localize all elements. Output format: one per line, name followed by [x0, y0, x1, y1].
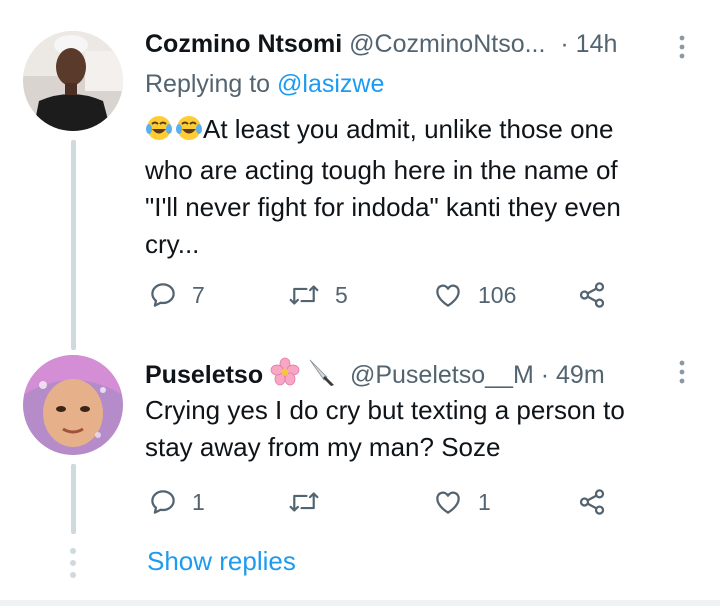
- retweet-button[interactable]: [287, 487, 335, 517]
- tweet2-header: Puseletso @Puseletso__M · 49m: [145, 357, 605, 394]
- tweet-time[interactable]: · 14h: [560, 30, 617, 58]
- share-button[interactable]: [577, 280, 607, 310]
- more-icon[interactable]: [677, 34, 687, 60]
- reply-button[interactable]: 7: [148, 280, 205, 310]
- retweet-icon: [289, 492, 319, 512]
- tweet1-text-line4: cry...: [145, 229, 200, 259]
- reply-icon: [151, 283, 175, 307]
- tweet1-text-line2: who are acting tough here in the name of: [145, 155, 618, 185]
- tweet1-text-line1: At least you admit, unlike those one: [145, 111, 705, 152]
- text-line: At least you admit, unlike those one: [203, 114, 614, 144]
- replying-prefix: Replying to: [145, 70, 271, 98]
- show-replies-link[interactable]: Show replies: [147, 546, 296, 577]
- thread-continuation-dots: [69, 548, 77, 584]
- author-handle[interactable]: @CozminoNtso...: [349, 30, 545, 58]
- author-name[interactable]: Puseletso: [145, 361, 263, 389]
- tweet2-text-line1: Crying yes I do cry but texting a person…: [145, 395, 625, 425]
- share-icon: [579, 489, 605, 515]
- tweet-time[interactable]: · 49m: [541, 361, 605, 389]
- like-icon: [436, 491, 460, 514]
- cherry-blossom-emoji: [270, 357, 300, 394]
- like-count: 106: [478, 281, 517, 308]
- replying-to: Replying to @lasizwe: [145, 69, 384, 99]
- avatar-puseletso[interactable]: [23, 355, 123, 455]
- author-handle[interactable]: @Puseletso__M: [350, 361, 534, 389]
- laughing-tears-emoji: [145, 114, 203, 152]
- thread-line-2: [71, 464, 76, 534]
- tweet2-text-line2: stay away from my man? Soze: [145, 432, 501, 462]
- reply-icon: [151, 490, 175, 514]
- like-button[interactable]: 1: [432, 487, 491, 517]
- like-button[interactable]: 106: [432, 280, 516, 310]
- knife-emoji: [307, 357, 337, 394]
- retweet-icon: [289, 285, 319, 305]
- retweet-button[interactable]: 5: [287, 280, 348, 310]
- avatar-cozmino[interactable]: [23, 31, 123, 131]
- tweet1-text: At least you admit, unlike those one who…: [145, 111, 705, 263]
- reply-count: 1: [192, 488, 205, 515]
- like-icon: [436, 284, 460, 307]
- author-name[interactable]: Cozmino Ntsomi: [145, 30, 342, 58]
- retweet-count: 5: [335, 281, 348, 308]
- thread-line: [71, 140, 76, 350]
- tweet2-text: Crying yes I do cry but texting a person…: [145, 392, 705, 466]
- share-icon: [579, 282, 605, 308]
- replying-to-link[interactable]: @lasizwe: [277, 70, 384, 98]
- like-count: 1: [478, 488, 491, 515]
- reply-count: 7: [192, 281, 205, 308]
- reply-button[interactable]: 1: [148, 487, 205, 517]
- tweet1-header: Cozmino Ntsomi @CozminoNtso... · 14h: [145, 29, 617, 59]
- more-icon[interactable]: [677, 359, 687, 385]
- share-button[interactable]: [577, 487, 607, 517]
- tweet1-text-line3: "I'll never fight for indoda" kanti they…: [145, 192, 621, 222]
- bottom-divider: [0, 600, 720, 606]
